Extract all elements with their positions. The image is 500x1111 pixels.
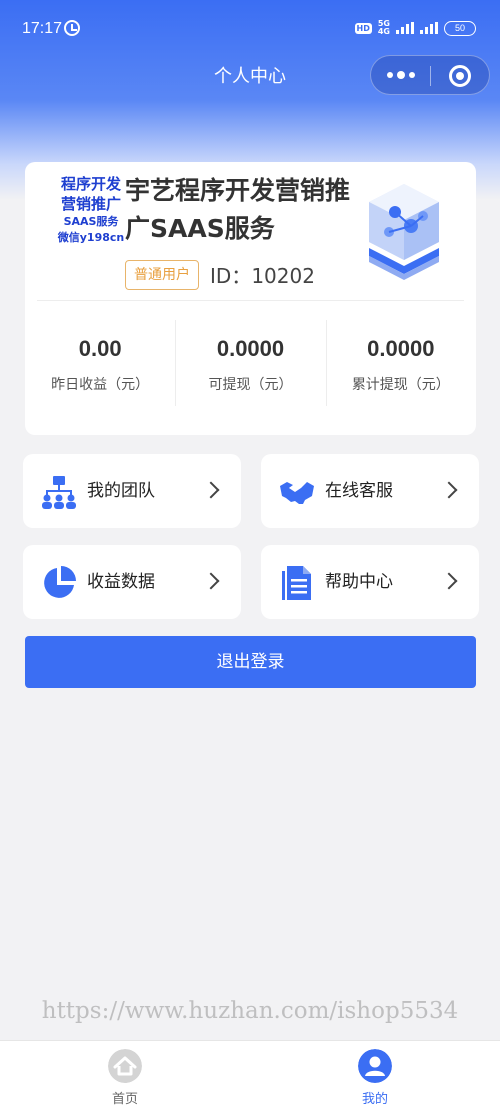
tab-label: 首页 <box>111 1092 138 1107</box>
watermark: https://www.huzhan.com/ishop5534 <box>41 998 459 1024</box>
tab-me[interactable]: 我的 <box>250 1041 500 1111</box>
capsule-divider <box>430 66 431 86</box>
signal-icon-2 <box>420 22 438 34</box>
mini-program-capsule[interactable] <box>370 55 490 95</box>
user-icon <box>358 1049 392 1083</box>
menu-label: 收益数据 <box>87 572 155 592</box>
menu-earnings-data[interactable]: 收益数据 <box>23 545 241 619</box>
network-bottom-label: 4G <box>377 27 390 36</box>
more-icon[interactable] <box>387 69 415 81</box>
stat-label: 昨日收益（元） <box>51 377 150 393</box>
handshake-icon <box>280 482 314 504</box>
network-label: 5G 4G <box>378 20 390 36</box>
earnings-stats: 0.00 昨日收益（元） 0.0000 可提现（元） 0.0000 累计提现（元… <box>25 320 476 410</box>
home-icon <box>108 1049 142 1083</box>
stat-total-withdrawn: 0.0000 累计提现（元） <box>325 320 476 410</box>
user-id-label: ID： <box>210 264 252 288</box>
menu-help-center[interactable]: 帮助中心 <box>261 545 479 619</box>
stat-value: 0.0000 <box>216 336 285 361</box>
menu-label: 帮助中心 <box>325 572 393 592</box>
stat-withdrawable: 0.0000 可提现（元） <box>175 320 325 410</box>
card-divider <box>37 300 464 301</box>
pie-chart-icon <box>44 566 76 598</box>
menu-online-service[interactable]: 在线客服 <box>261 454 479 528</box>
hd-badge: HD <box>354 22 372 34</box>
stat-label: 可提现（元） <box>208 377 293 393</box>
menu-label: 在线客服 <box>325 481 393 501</box>
team-icon <box>42 476 76 509</box>
stat-value: 0.00 <box>78 336 122 361</box>
stat-label: 累计提现（元） <box>351 377 450 393</box>
logout-button[interactable]: 退出登录 <box>25 636 476 688</box>
document-icon <box>282 566 311 600</box>
chevron-right-icon <box>202 481 220 499</box>
chevron-right-icon <box>202 572 220 590</box>
user-id: ID：10202 <box>210 262 315 290</box>
menu-label: 我的团队 <box>87 481 155 501</box>
profile-name: 宇艺程序开发营销推广SAAS服务 <box>125 176 351 243</box>
signal-icon <box>396 22 414 34</box>
menu-my-team[interactable]: 我的团队 <box>23 454 241 528</box>
tab-label: 我的 <box>361 1092 388 1107</box>
chevron-right-icon <box>440 572 458 590</box>
user-id-value: 10202 <box>251 264 315 288</box>
isometric-cube-icon <box>369 184 439 280</box>
role-badge: 普通用户 <box>125 260 199 290</box>
tab-home[interactable]: 首页 <box>0 1041 250 1111</box>
alarm-icon <box>64 20 80 36</box>
profile-card: 程序开发 营销推广 SAAS服务 微信y198cn 宇艺程序开发营销推广SAAS… <box>25 162 476 435</box>
stat-value: 0.0000 <box>367 336 435 361</box>
stat-yesterday-earnings: 0.00 昨日收益（元） <box>25 320 175 410</box>
status-bar: 17:17 HD 5G 4G 50 <box>0 0 500 58</box>
status-time: 17:17 <box>22 20 63 37</box>
chevron-right-icon <box>440 481 458 499</box>
bottom-tab-bar: 首页 我的 <box>0 1040 500 1111</box>
close-target-icon[interactable] <box>449 65 471 87</box>
status-indicators: HD 5G 4G 50 <box>354 20 476 36</box>
battery-icon: 50 <box>444 20 476 36</box>
